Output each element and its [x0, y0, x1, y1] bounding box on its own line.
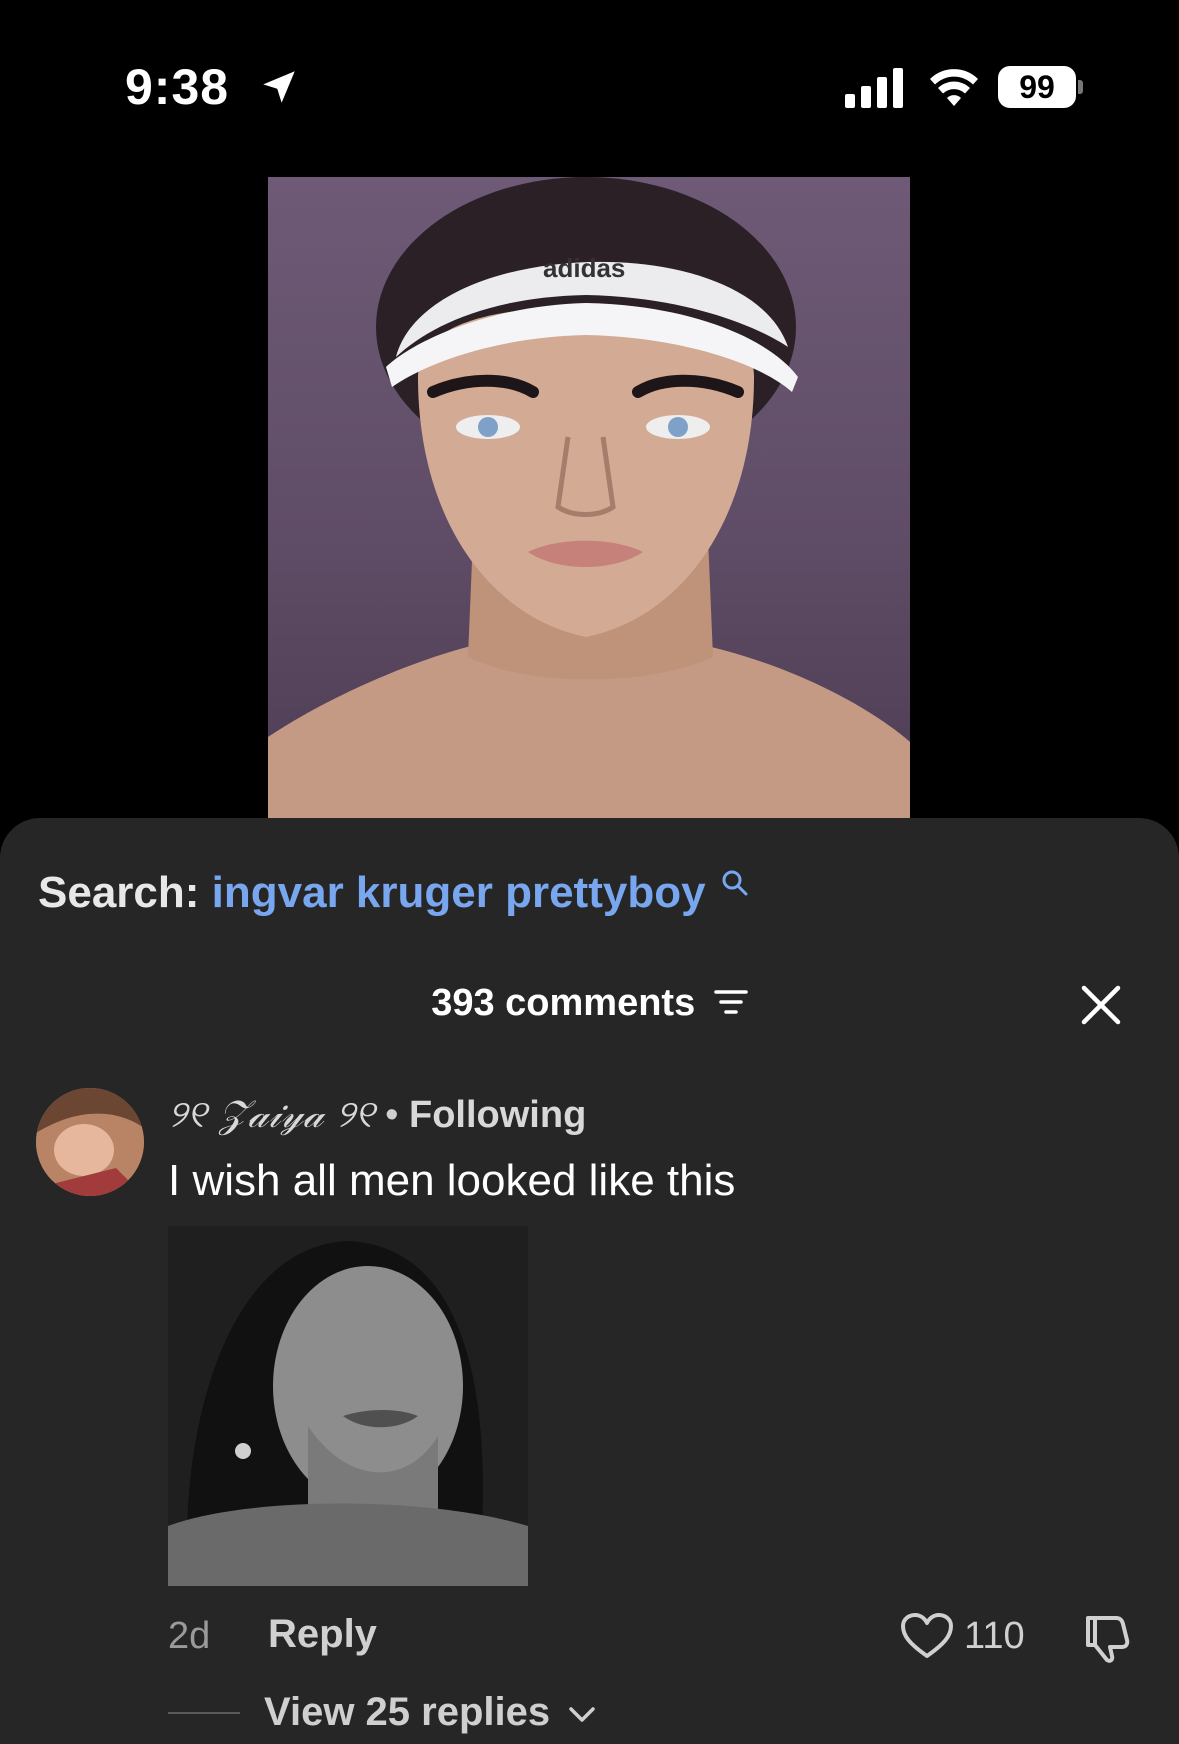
view-replies-label: View 25 replies	[264, 1690, 551, 1734]
wifi-icon	[930, 69, 978, 106]
visor-logo-text: adidas	[543, 253, 625, 283]
chevron-down-icon	[569, 1707, 595, 1723]
comment-image[interactable]	[168, 1226, 528, 1586]
replies-divider	[168, 1712, 240, 1714]
battery-cap	[1078, 80, 1083, 94]
search-suggestion[interactable]: Search: ingvar kruger prettyboy	[38, 868, 750, 918]
comment-timestamp: 2d	[168, 1615, 211, 1657]
search-query-link[interactable]: ingvar kruger prettyboy	[212, 868, 706, 917]
comment-author-row[interactable]: ୨୧ 𝒵𝒶𝒾𝓎𝒶 ୨୧ • Following	[168, 1092, 586, 1137]
comment-text: I wish all men looked like this	[168, 1156, 736, 1205]
post-photo[interactable]: adidas	[268, 177, 910, 830]
search-label: Search:	[38, 868, 200, 917]
comments-header[interactable]: 393 comments	[0, 982, 1179, 1025]
like-count: 110	[964, 1615, 1025, 1657]
thumbs-down-icon[interactable]	[1080, 1612, 1132, 1664]
view-replies-button[interactable]: View 25 replies	[264, 1690, 597, 1735]
search-icon	[722, 870, 748, 896]
location-arrow-icon	[263, 71, 295, 103]
close-icon[interactable]	[1080, 984, 1122, 1026]
cellular-signal-icon	[845, 68, 903, 108]
battery-level: 99	[998, 66, 1076, 108]
heart-icon[interactable]	[900, 1612, 954, 1660]
reply-button[interactable]: Reply	[268, 1612, 377, 1657]
comment-photo	[168, 1226, 528, 1586]
comments-count: 393 comments	[431, 982, 696, 1024]
avatar-photo	[36, 1088, 144, 1196]
portrait-illustration: adidas	[268, 177, 910, 830]
avatar[interactable]	[36, 1088, 144, 1196]
separator-dot: •	[385, 1094, 399, 1136]
comment-username[interactable]: ୨୧ 𝒵𝒶𝒾𝓎𝒶 ୨୧	[168, 1092, 375, 1136]
status-time: 9:38	[125, 59, 230, 115]
following-label: Following	[409, 1094, 587, 1136]
sort-filter-icon[interactable]	[714, 987, 748, 1017]
